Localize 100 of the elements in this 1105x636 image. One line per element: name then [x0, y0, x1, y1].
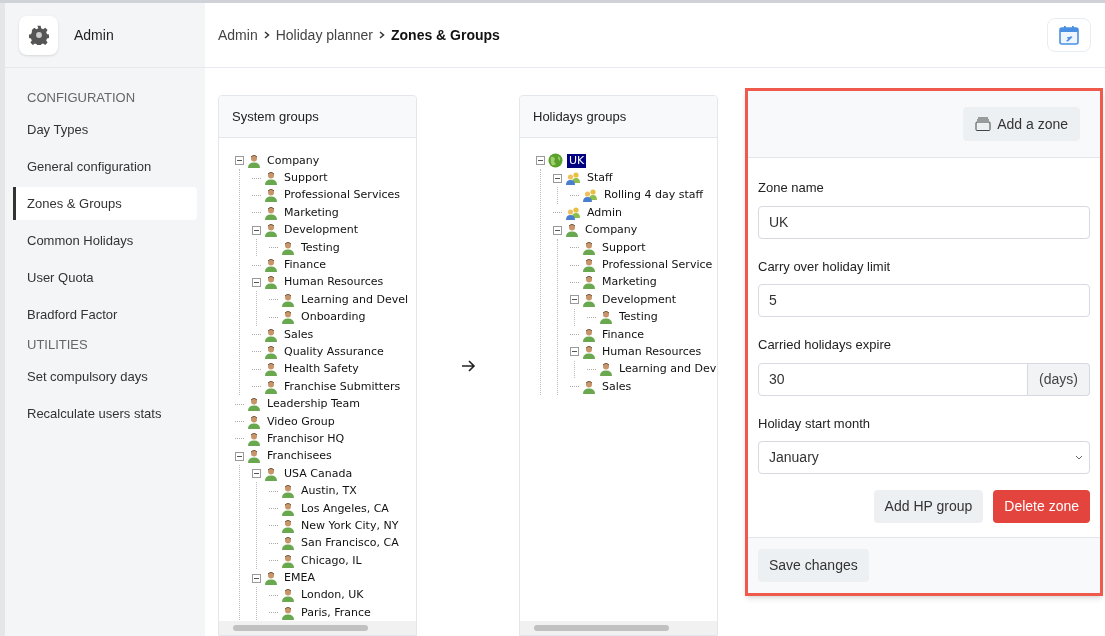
- chevron-right-icon: [379, 31, 385, 39]
- nav-item[interactable]: General configuration: [13, 150, 197, 183]
- person-icon: [264, 466, 278, 481]
- person-icon: [281, 501, 295, 516]
- collapse-toggle[interactable]: [570, 295, 579, 305]
- tree-item[interactable]: Marketing: [282, 205, 341, 220]
- person-icon: [281, 240, 295, 255]
- card-title: System groups: [219, 96, 416, 138]
- tree-item[interactable]: Testing: [617, 310, 660, 325]
- text-field[interactable]: 5: [758, 284, 1090, 317]
- breadcrumb-link[interactable]: Admin: [218, 24, 258, 46]
- tree-item[interactable]: Admin: [585, 205, 625, 220]
- add-group-button[interactable]: Add HP group: [873, 490, 984, 523]
- tree-item[interactable]: Onboarding: [299, 310, 368, 325]
- text-field[interactable]: UK: [758, 205, 1090, 239]
- calendar-button[interactable]: [1047, 18, 1091, 52]
- tree-item[interactable]: EMEA: [282, 571, 317, 586]
- tree-item[interactable]: Support: [282, 171, 330, 186]
- tree-item[interactable]: Chicago, IL: [299, 553, 364, 568]
- collapse-toggle[interactable]: [252, 225, 261, 235]
- section-heading: UTILITIES: [26, 336, 89, 354]
- tree-item[interactable]: Learning and Devel: [299, 292, 410, 307]
- tree-item[interactable]: London, UK: [299, 588, 366, 603]
- tree-item[interactable]: Staff: [585, 171, 615, 186]
- nav-item[interactable]: Common Holidays: [13, 224, 197, 257]
- arrow-right-icon: [460, 359, 476, 372]
- month-select[interactable]: January: [758, 441, 1090, 474]
- nav-item[interactable]: Recalculate users stats: [13, 397, 197, 430]
- tree-item[interactable]: Video Group: [265, 414, 337, 429]
- collapse-toggle[interactable]: [570, 347, 579, 357]
- tree-item[interactable]: New York City, NY: [299, 518, 401, 533]
- person-icon: [281, 310, 295, 325]
- person-icon: [264, 379, 278, 394]
- breadcrumb-link[interactable]: Holiday planner: [275, 24, 373, 46]
- tree-item[interactable]: Company: [583, 223, 640, 238]
- collapse-toggle[interactable]: [553, 173, 562, 183]
- collapse-toggle[interactable]: [252, 277, 261, 287]
- tree-item[interactable]: Human Resources: [282, 275, 386, 290]
- section-heading: CONFIGURATION: [26, 89, 137, 107]
- card-title: Holidays groups: [520, 96, 717, 138]
- person-icon: [264, 345, 278, 359]
- nav-item[interactable]: Zones & Groups: [13, 187, 197, 220]
- breadcrumb-link[interactable]: Zones & Groups: [391, 24, 500, 46]
- number-field[interactable]: 30: [758, 362, 1028, 396]
- tree-item[interactable]: Franchise Submitters: [282, 379, 403, 394]
- scrollbar[interactable]: [534, 625, 669, 631]
- tree-item[interactable]: Health Safety: [282, 362, 361, 377]
- collapse-toggle[interactable]: [235, 156, 244, 166]
- person-icon: [582, 379, 596, 394]
- tree-item[interactable]: Los Angeles, CA: [299, 501, 391, 516]
- globe-icon: [548, 153, 563, 169]
- tree-item[interactable]: San Francisco, CA: [299, 536, 401, 551]
- tree-item[interactable]: Finance: [282, 258, 329, 273]
- person-icon: [582, 240, 596, 255]
- nav-item[interactable]: Bradford Factor: [13, 298, 197, 331]
- person-icon: [247, 431, 261, 446]
- tree-item[interactable]: Support: [600, 240, 648, 255]
- tree-item[interactable]: Franchisees: [265, 449, 334, 464]
- person-icon: [582, 327, 596, 342]
- tree-item[interactable]: Rolling 4 day staff: [602, 188, 706, 203]
- person-icon: [264, 205, 278, 220]
- tree-item[interactable]: Marketing: [600, 275, 659, 290]
- collapse-toggle[interactable]: [553, 225, 562, 235]
- collapse-toggle[interactable]: [252, 573, 261, 583]
- field-label: Holiday start month: [758, 414, 871, 433]
- tree-item[interactable]: Development: [600, 292, 679, 307]
- person-icon: [264, 258, 278, 273]
- tree-item[interactable]: Finance: [600, 327, 647, 342]
- collapse-toggle[interactable]: [536, 156, 545, 166]
- collapse-toggle[interactable]: [235, 451, 244, 461]
- tree-item[interactable]: Sales: [282, 327, 316, 342]
- person-icon: [565, 223, 579, 238]
- tree-item[interactable]: Leadership Team: [265, 397, 363, 412]
- nav-item[interactable]: User Quota: [13, 261, 197, 294]
- tree-item[interactable]: Franchisor HQ: [265, 431, 347, 446]
- chevron-right-icon: [263, 31, 270, 39]
- tree-item[interactable]: Quality Assurance: [282, 345, 386, 359]
- tree-item[interactable]: Company: [265, 153, 322, 168]
- delete-zone-button[interactable]: Delete zone: [993, 490, 1090, 523]
- collapse-toggle[interactable]: [252, 469, 261, 479]
- tree-item[interactable]: USA Canada: [282, 466, 355, 481]
- save-changes-button[interactable]: Save changes: [758, 549, 869, 582]
- tree-item[interactable]: Professional Services: [282, 188, 402, 203]
- tree-item[interactable]: Learning and Dev: [617, 362, 717, 377]
- tree-item[interactable]: Sales: [600, 379, 634, 394]
- nav-item[interactable]: Set compulsory days: [13, 360, 197, 393]
- tree-item[interactable]: Testing: [299, 240, 342, 255]
- calendar-plane-icon: [1058, 24, 1080, 46]
- scrollbar[interactable]: [233, 625, 368, 631]
- person-icon: [264, 275, 278, 290]
- person-icon: [281, 536, 295, 551]
- person-icon: [281, 518, 295, 533]
- tree-item[interactable]: Professional Service: [600, 258, 715, 273]
- tree-item[interactable]: Human Resources: [600, 345, 704, 359]
- add-zone-button[interactable]: Add a zone: [963, 107, 1080, 141]
- tree-item[interactable]: Austin, TX: [299, 484, 359, 499]
- tree-item[interactable]: Development: [282, 223, 361, 238]
- tree-item[interactable]: UK: [567, 153, 587, 168]
- tree-item[interactable]: Paris, France: [299, 605, 373, 620]
- nav-item[interactable]: Day Types: [13, 113, 197, 146]
